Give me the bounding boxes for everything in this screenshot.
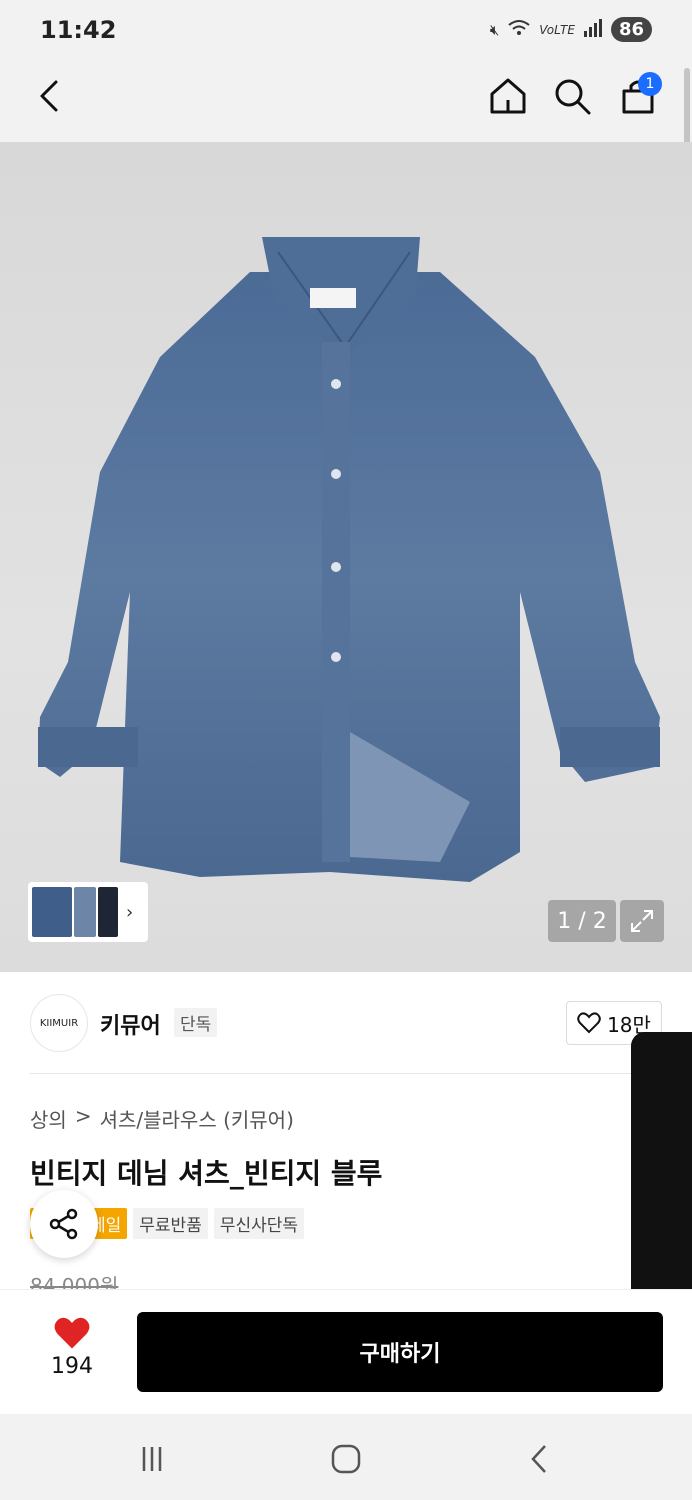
home-system-button[interactable]	[326, 1442, 366, 1476]
status-bar: 11:42 🔇︎ VoLTE 86	[0, 0, 692, 62]
back-button[interactable]	[26, 72, 74, 120]
breadcrumb: 상의 > 셔츠/블라우스 (키뮤어)	[30, 1104, 294, 1133]
mute-icon: 🔇︎	[489, 20, 500, 39]
top-nav: 1	[0, 62, 692, 142]
exclusive-tag: 단독	[174, 1008, 218, 1037]
exclusive-badge: 무신사단독	[213, 1208, 305, 1239]
volte-label: VoLTE	[539, 22, 575, 37]
back-chevron-icon	[531, 1445, 546, 1473]
signal-icon	[583, 18, 603, 41]
recent-apps-button[interactable]	[132, 1442, 172, 1476]
thumbnail[interactable]	[32, 887, 72, 937]
expand-icon	[631, 910, 653, 932]
image-page-counter: 1 / 2	[548, 900, 616, 942]
buy-button[interactable]: 구매하기	[137, 1312, 663, 1392]
cart-count-badge: 1	[638, 72, 662, 96]
fullscreen-button[interactable]	[620, 900, 664, 942]
recent-apps-icon	[142, 1447, 162, 1471]
home-icon	[490, 78, 526, 114]
status-icons: 🔇︎ VoLTE 86	[490, 17, 652, 42]
purchase-bar: 194 구매하기	[0, 1290, 692, 1414]
breadcrumb-separator: >	[74, 1104, 92, 1128]
brand-name[interactable]: 키뮤어	[100, 1008, 161, 1040]
heart-filled-icon	[54, 1317, 90, 1349]
product-image-gallery[interactable]: › 1 / 2	[0, 142, 692, 972]
free-return-badge: 무료반품	[133, 1208, 208, 1239]
product-image	[38, 237, 660, 882]
brand-row: KIIMUIR 키뮤어 단독 18만	[0, 972, 692, 1074]
cart-button[interactable]: 1	[614, 72, 662, 120]
wifi-icon	[507, 19, 531, 41]
breadcrumb-subcategory[interactable]: 셔츠/블라우스 (키뮤어)	[100, 1104, 294, 1133]
system-back-button[interactable]	[520, 1442, 560, 1476]
home-circle-icon	[331, 1444, 361, 1474]
breadcrumb-category[interactable]: 상의	[30, 1104, 67, 1133]
thumbnail[interactable]	[74, 887, 96, 937]
product-title: 빈티지 데님 셔츠_빈티지 블루	[30, 1157, 383, 1190]
system-nav-bar	[0, 1414, 692, 1500]
thumbnail[interactable]	[98, 887, 118, 937]
home-button[interactable]	[484, 72, 532, 120]
share-button[interactable]	[30, 1190, 98, 1258]
search-button[interactable]	[548, 72, 596, 120]
share-icon	[49, 1208, 78, 1240]
search-icon	[555, 79, 591, 115]
chevron-right-icon[interactable]: ›	[126, 902, 133, 923]
thumbnail-strip[interactable]: ›	[28, 882, 148, 942]
heart-outline-icon	[577, 1012, 601, 1034]
back-arrow-icon	[40, 80, 58, 112]
battery-level: 86	[610, 17, 652, 42]
wish-count: 194	[51, 1354, 93, 1379]
status-time: 11:42	[40, 16, 117, 44]
divider	[30, 1073, 662, 1074]
wishlist-button[interactable]: 194	[30, 1316, 114, 1379]
brand-logo[interactable]: KIIMUIR	[30, 994, 88, 1052]
